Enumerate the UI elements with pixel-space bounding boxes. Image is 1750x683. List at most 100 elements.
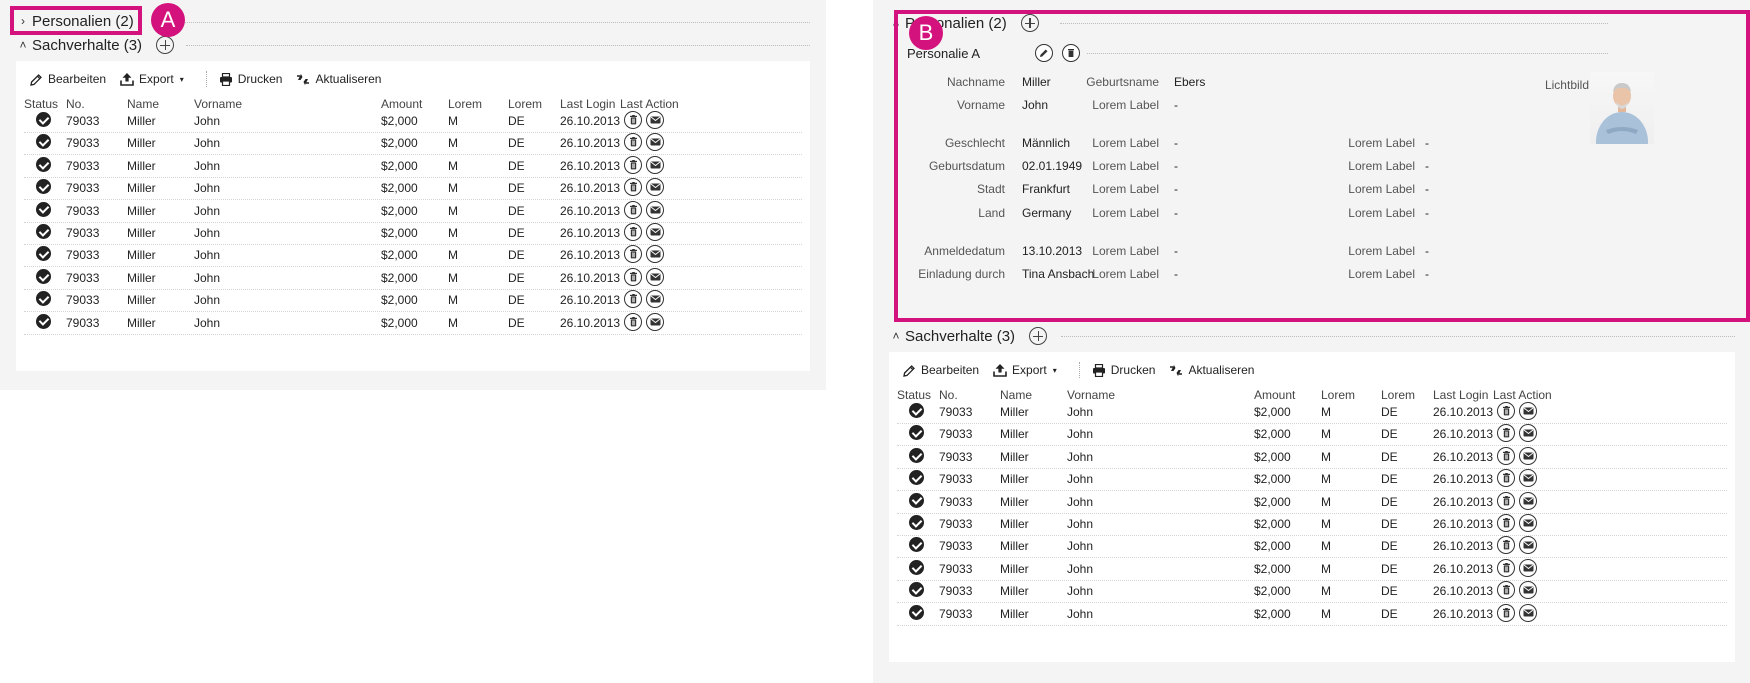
- email-row-button[interactable]: [646, 223, 664, 241]
- delete-row-button[interactable]: [624, 178, 642, 197]
- delete-personalie-button[interactable]: [1062, 44, 1080, 62]
- email-row-button[interactable]: [1519, 603, 1537, 622]
- email-row-button[interactable]: [646, 200, 664, 219]
- mail-icon: [650, 183, 661, 191]
- email-row-button[interactable]: [1519, 536, 1537, 555]
- add-icon[interactable]: [1020, 14, 1039, 32]
- table-row[interactable]: 79033 Miller John $2,000 M DE 26.10.2013: [24, 242, 802, 268]
- table-row[interactable]: 79033 Miller John $2,000 M DE 26.10.2013: [897, 466, 1727, 492]
- mail-icon: [1523, 452, 1534, 460]
- delete-row-button[interactable]: [1497, 469, 1515, 488]
- delete-row-button[interactable]: [624, 245, 642, 264]
- table-row[interactable]: 79033 Miller John $2,000 M DE 26.10.2013: [897, 421, 1727, 447]
- delete-row-button[interactable]: [1497, 424, 1515, 443]
- table-cell: John: [1067, 449, 1094, 464]
- table-cell: DE: [1381, 606, 1398, 621]
- add-icon[interactable]: [1029, 327, 1048, 345]
- delete-row-button[interactable]: [624, 111, 642, 129]
- email-row-button[interactable]: [646, 267, 664, 286]
- edit-button[interactable]: Bearbeiten: [903, 363, 979, 377]
- delete-row-button[interactable]: [1497, 402, 1515, 420]
- delete-row-button[interactable]: [1497, 603, 1515, 622]
- delete-row-button[interactable]: [624, 155, 642, 174]
- email-row-button[interactable]: [1519, 491, 1537, 510]
- delete-row-button[interactable]: [624, 133, 642, 152]
- email-row-button[interactable]: [1519, 402, 1537, 420]
- edit-button[interactable]: Bearbeiten: [30, 72, 106, 86]
- print-button[interactable]: Drucken: [219, 72, 282, 86]
- table-cell: M: [1321, 427, 1331, 442]
- email-row-button[interactable]: [646, 111, 664, 129]
- sachverhalte-section-header[interactable]: ˄ Sachverhalte (3): [16, 34, 175, 56]
- delete-row-button[interactable]: [1497, 581, 1515, 600]
- email-row-button[interactable]: [646, 245, 664, 264]
- detail-label: Lorem Label: [1092, 267, 1159, 281]
- status-check-icon: [36, 134, 51, 150]
- table-row[interactable]: 79033 Miller John $2,000 M DE 26.10.2013: [897, 399, 1727, 424]
- table-row[interactable]: 79033 Miller John $2,000 M DE 26.10.2013: [897, 578, 1727, 604]
- refresh-button[interactable]: Aktualiseren: [296, 72, 381, 86]
- delete-row-button[interactable]: [1497, 491, 1515, 510]
- table-row[interactable]: 79033 Miller John $2,000 M DE 26.10.2013: [897, 556, 1727, 581]
- table-cell: M: [448, 248, 458, 263]
- email-row-button[interactable]: [1519, 558, 1537, 577]
- chevron-right-icon[interactable]: ›: [16, 14, 30, 28]
- delete-row-button[interactable]: [1497, 514, 1515, 532]
- mail-icon: [650, 228, 661, 236]
- table-row[interactable]: 79033 Miller John $2,000 M DE 26.10.2013: [24, 175, 802, 201]
- table-cell: Miller: [1000, 606, 1029, 621]
- table-row[interactable]: 79033 Miller John $2,000 M DE 26.10.2013: [24, 310, 802, 335]
- table-cell: John: [1067, 427, 1094, 442]
- email-row-button[interactable]: [1519, 514, 1537, 532]
- table-cell: Miller: [1000, 561, 1029, 576]
- status-check-icon: [36, 201, 51, 217]
- export-button[interactable]: Export ▾: [120, 72, 184, 86]
- table-row[interactable]: 79033 Miller John $2,000 M DE 26.10.2013: [24, 220, 802, 245]
- table-cell: 79033: [66, 315, 100, 330]
- email-row-button[interactable]: [646, 312, 664, 331]
- email-row-button[interactable]: [646, 290, 664, 309]
- edit-personalie-button[interactable]: [1035, 44, 1053, 62]
- delete-row-button[interactable]: [1497, 558, 1515, 577]
- delete-row-button[interactable]: [624, 200, 642, 219]
- chevron-up-icon[interactable]: ˄: [16, 38, 30, 52]
- table-row[interactable]: 79033 Miller John $2,000 M DE 26.10.2013: [24, 287, 802, 313]
- delete-row-button[interactable]: [1497, 536, 1515, 555]
- trash-icon: [1502, 562, 1511, 573]
- table-row[interactable]: 79033 Miller John $2,000 M DE 26.10.2013: [897, 533, 1727, 559]
- chevron-up-icon[interactable]: ˄: [889, 329, 903, 343]
- print-button[interactable]: Drucken: [1092, 363, 1155, 377]
- table-row[interactable]: 79033 Miller John $2,000 M DE 26.10.2013: [897, 489, 1727, 514]
- email-row-button[interactable]: [1519, 446, 1537, 465]
- chevron-up-icon[interactable]: ˄: [889, 16, 903, 30]
- delete-row-button[interactable]: [624, 223, 642, 241]
- table-row[interactable]: 79033 Miller John $2,000 M DE 26.10.2013: [24, 265, 802, 290]
- table-row[interactable]: 79033 Miller John $2,000 M DE 26.10.2013: [897, 444, 1727, 469]
- email-row-button[interactable]: [1519, 424, 1537, 443]
- email-row-button[interactable]: [646, 178, 664, 197]
- delete-row-button[interactable]: [624, 290, 642, 309]
- email-row-button[interactable]: [1519, 581, 1537, 600]
- detail-label: Lorem Label: [1348, 159, 1415, 173]
- table-row[interactable]: 79033 Miller John $2,000 M DE 26.10.2013: [24, 108, 802, 133]
- personalien-section-header[interactable]: › Personalien (2): [16, 10, 134, 32]
- email-row-button[interactable]: [646, 155, 664, 174]
- delete-row-button[interactable]: [624, 312, 642, 331]
- table-row[interactable]: 79033 Miller John $2,000 M DE 26.10.2013: [24, 130, 802, 156]
- email-row-button[interactable]: [646, 133, 664, 152]
- delete-row-button[interactable]: [624, 267, 642, 286]
- email-row-button[interactable]: [1519, 469, 1537, 488]
- table-cell: 26.10.2013: [560, 248, 621, 263]
- callout-badge-b: B: [909, 16, 943, 50]
- export-button[interactable]: Export ▾: [993, 363, 1057, 377]
- add-icon[interactable]: [156, 36, 175, 54]
- table-row[interactable]: 79033 Miller John $2,000 M DE 26.10.2013: [24, 198, 802, 223]
- table-row[interactable]: 79033 Miller John $2,000 M DE 26.10.2013: [897, 511, 1727, 536]
- delete-row-button[interactable]: [1497, 446, 1515, 465]
- refresh-button[interactable]: Aktualiseren: [1169, 363, 1254, 377]
- section-title: Sachverhalte (3): [32, 36, 143, 54]
- detail-value: -: [1174, 244, 1178, 258]
- sachverhalte-section-header[interactable]: ˄ Sachverhalte (3): [889, 325, 1048, 347]
- table-row[interactable]: 79033 Miller John $2,000 M DE 26.10.2013: [897, 601, 1727, 626]
- table-row[interactable]: 79033 Miller John $2,000 M DE 26.10.2013: [24, 153, 802, 178]
